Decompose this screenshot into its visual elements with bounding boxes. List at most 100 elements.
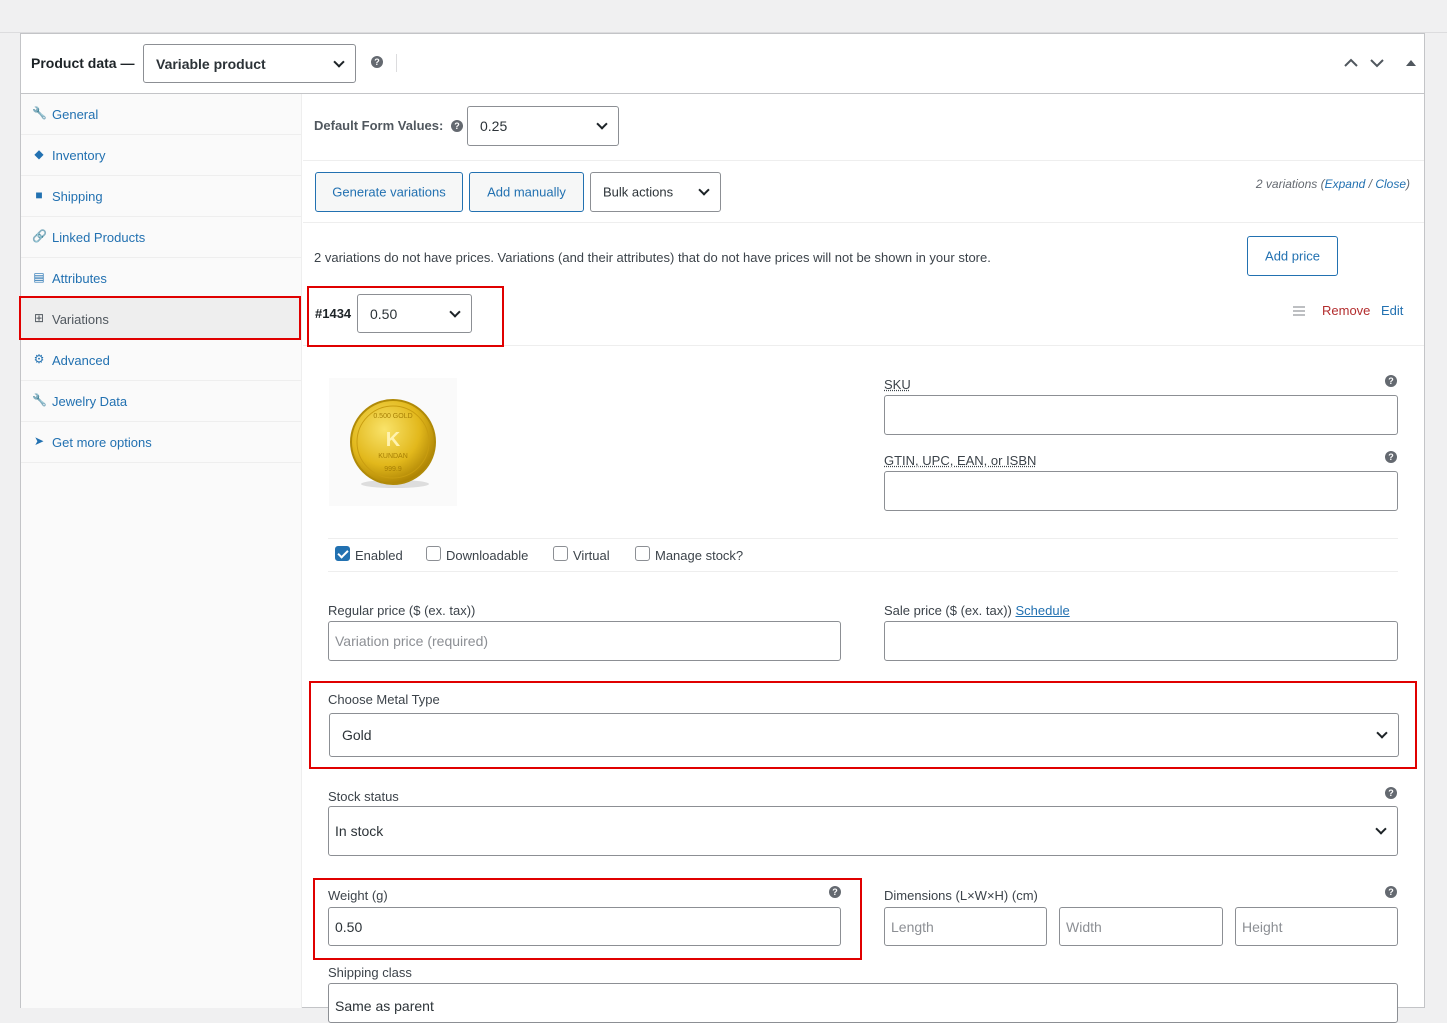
wrench-icon: 🔧 (32, 393, 47, 407)
divider (303, 222, 1424, 223)
generate-variations-button[interactable]: Generate variations (315, 172, 463, 212)
drag-handle-icon[interactable] (1293, 306, 1305, 316)
weight-input[interactable]: 0.50 (328, 907, 841, 946)
svg-text:K: K (386, 429, 401, 451)
sale-price-label: Sale price ($ (ex. tax)) Schedule (884, 603, 1070, 618)
metal-type-label: Choose Metal Type (328, 692, 440, 707)
virtual-checkbox[interactable] (553, 546, 568, 561)
divider (328, 571, 1398, 572)
default-form-values-label: Default Form Values: (314, 118, 444, 133)
expand-link[interactable]: Expand (1325, 177, 1366, 191)
dimensions-label: Dimensions (L×W×H) (cm) (884, 888, 1038, 903)
help-icon[interactable]: ? (829, 886, 841, 898)
chevron-down-icon[interactable] (1370, 58, 1384, 68)
regular-price-placeholder: Variation price (required) (335, 633, 489, 649)
height-input[interactable]: Height (1235, 907, 1398, 946)
regular-price-label: Regular price ($ (ex. tax)) (328, 603, 476, 618)
sidebar-item-advanced[interactable]: ⚙ Advanced (21, 340, 302, 381)
default-form-value: 0.25 (480, 118, 508, 134)
plugin-icon: ➤ (33, 434, 45, 448)
add-manually-button[interactable]: Add manually (469, 172, 584, 212)
missing-prices-notice: 2 variations do not have prices. Variati… (314, 250, 991, 265)
shipping-class-label: Shipping class (328, 965, 412, 980)
svg-text:999.9: 999.9 (384, 466, 402, 473)
help-icon[interactable]: ? (1385, 787, 1397, 799)
help-icon[interactable]: ? (451, 120, 463, 132)
sidebar-item-label: General (52, 107, 99, 122)
panel-header: Product data — Variable product ? (21, 34, 1424, 94)
product-type-select[interactable]: Variable product (143, 44, 356, 83)
sidebar-item-get-more-options[interactable]: ➤ Get more options (21, 422, 302, 463)
remove-link[interactable]: Remove (1322, 303, 1370, 318)
sidebar-item-attributes[interactable]: ▤ Attributes (21, 258, 302, 299)
gold-coin-image: 0.500 GOLD K KUNDAN 999.9 (350, 399, 436, 488)
chevron-down-icon (1375, 823, 1387, 835)
width-placeholder: Width (1066, 918, 1102, 935)
regular-price-input[interactable]: Variation price (required) (328, 621, 841, 661)
sidebar-item-general[interactable]: 🔧 General (21, 94, 302, 135)
manage-stock-label: Manage stock? (655, 548, 744, 563)
sidebar-item-jewelry-data[interactable]: 🔧 Jewelry Data (21, 381, 302, 422)
svg-text:0.500 GOLD: 0.500 GOLD (373, 413, 412, 420)
sidebar-item-inventory[interactable]: ◆ Inventory (21, 135, 302, 176)
panel-title: Product data — (31, 55, 135, 71)
help-icon[interactable]: ? (1385, 451, 1397, 463)
metal-type-select[interactable]: Gold (329, 713, 1399, 757)
top-bar (0, 0, 1447, 33)
divider (328, 538, 1398, 539)
chevron-down-icon (333, 55, 345, 68)
list-icon: ▤ (33, 270, 45, 284)
product-data-tabs: 🔧 General ◆ Inventory ■ Shipping 🔗 Linke… (21, 94, 302, 1008)
chevron-up-icon[interactable] (1344, 58, 1358, 68)
sidebar-item-label: Inventory (52, 148, 106, 163)
gear-icon: ⚙ (33, 352, 45, 366)
variation-image[interactable]: 0.500 GOLD K KUNDAN 999.9 (329, 378, 457, 506)
highlight-box (307, 286, 504, 347)
stock-status-select[interactable]: In stock (328, 806, 1398, 856)
svg-text:KUNDAN: KUNDAN (378, 453, 408, 460)
default-form-values-select[interactable]: 0.25 (467, 106, 619, 146)
help-icon[interactable]: ? (371, 56, 383, 68)
sale-price-input[interactable] (884, 621, 1398, 661)
gtin-input[interactable] (884, 471, 1398, 511)
stock-status-label: Stock status (328, 789, 399, 804)
downloadable-checkbox[interactable] (426, 546, 441, 561)
manage-stock-checkbox[interactable] (635, 546, 650, 561)
help-icon[interactable]: ? (1385, 375, 1397, 387)
divider (396, 54, 397, 72)
sidebar-item-label: Shipping (52, 189, 103, 204)
shipping-class-select[interactable]: Same as parent (328, 983, 1398, 1023)
width-input[interactable]: Width (1059, 907, 1223, 946)
add-price-button[interactable]: Add price (1247, 236, 1338, 276)
enabled-checkbox[interactable] (335, 546, 350, 561)
metal-type-value: Gold (342, 727, 372, 743)
downloadable-label: Downloadable (446, 548, 529, 563)
length-input[interactable]: Length (884, 907, 1047, 946)
variations-count: 2 variations (Expand / Close) (1255, 177, 1410, 191)
sidebar-item-linked-products[interactable]: 🔗 Linked Products (21, 217, 302, 258)
collapse-triangle-icon[interactable] (1406, 59, 1416, 67)
bulk-actions-select[interactable]: Bulk actions (590, 172, 721, 212)
edit-link[interactable]: Edit (1381, 303, 1403, 318)
chevron-down-icon (698, 184, 710, 196)
truck-icon: ■ (35, 188, 43, 202)
highlight-box (19, 296, 301, 340)
product-type-value: Variable product (156, 55, 266, 72)
tag-icon: ◆ (34, 147, 44, 161)
sidebar-item-shipping[interactable]: ■ Shipping (21, 176, 302, 217)
link-icon: 🔗 (32, 229, 47, 243)
bulk-actions-value: Bulk actions (603, 184, 674, 200)
close-link[interactable]: Close (1375, 177, 1406, 191)
sidebar-item-label: Get more options (52, 435, 152, 450)
help-icon[interactable]: ? (1385, 886, 1397, 898)
weight-label: Weight (g) (328, 888, 388, 903)
gtin-label: GTIN, UPC, EAN, or ISBN (884, 453, 1037, 468)
shipping-class-value: Same as parent (335, 998, 434, 1014)
sku-input[interactable] (884, 395, 1398, 435)
sku-label: SKU (884, 377, 911, 392)
chevron-down-icon (1376, 727, 1388, 739)
sidebar-item-label: Jewelry Data (52, 394, 128, 409)
sidebar-item-label: Attributes (52, 271, 107, 286)
wrench-icon: 🔧 (32, 106, 47, 120)
schedule-link[interactable]: Schedule (1016, 603, 1070, 618)
